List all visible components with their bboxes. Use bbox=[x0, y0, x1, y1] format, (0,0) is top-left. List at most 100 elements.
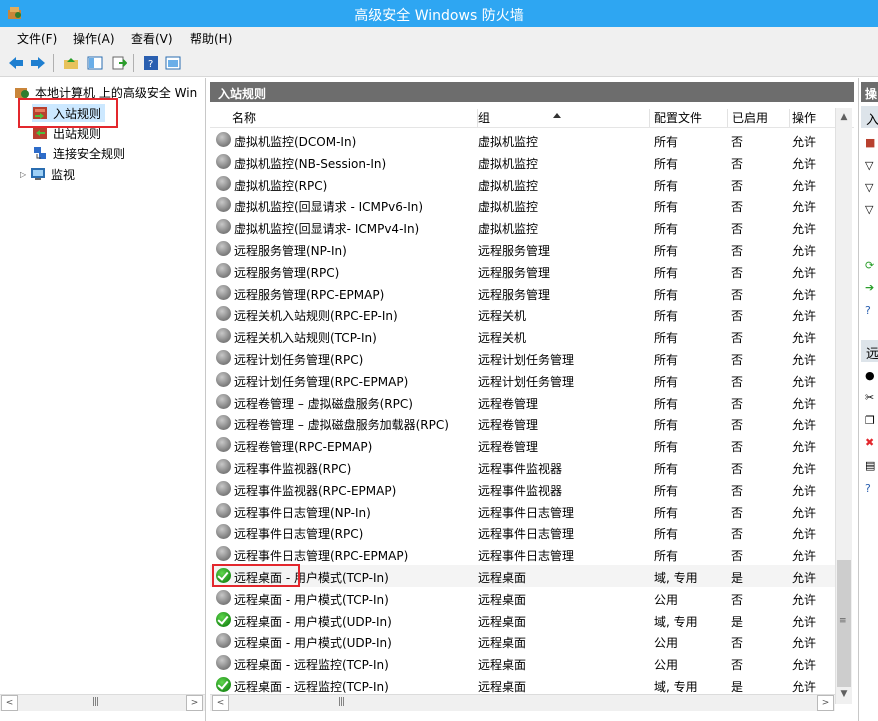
rule-row[interactable]: 虚拟机监控(回显请求 - ICMPv6-In) 虚拟机监控 所有 否 允许 bbox=[210, 194, 842, 216]
rule-row[interactable]: 远程卷管理 – 虚拟磁盘服务加载器(RPC) 远程卷管理 所有 否 允许 bbox=[210, 412, 842, 434]
rule-row[interactable]: 远程事件日志管理(RPC) 远程事件日志管理 所有 否 允许 bbox=[210, 521, 842, 543]
menu-action[interactable]: 操作(A) bbox=[73, 30, 115, 47]
column-profile[interactable]: 配置文件 bbox=[650, 109, 728, 127]
tree-root-label: 本地计算机 上的高级安全 Win bbox=[35, 85, 198, 100]
rule-action: 允许 bbox=[792, 440, 817, 455]
show-hide-action-pane-icon[interactable] bbox=[163, 53, 183, 73]
rule-row[interactable]: 虚拟机监控(RPC) 虚拟机监控 所有 否 允许 bbox=[210, 173, 842, 195]
rule-row[interactable]: 远程卷管理 – 虚拟磁盘服务(RPC) 远程卷管理 所有 否 允许 bbox=[210, 391, 842, 413]
actions-section-inbound[interactable]: 入 bbox=[861, 106, 878, 128]
back-icon[interactable] bbox=[6, 53, 26, 73]
help-icon[interactable]: ? bbox=[865, 483, 877, 495]
scroll-right-icon[interactable]: > bbox=[817, 695, 834, 711]
rule-row[interactable]: 远程关机入站规则(RPC-EP-In) 远程关机 所有 否 允许 bbox=[210, 303, 842, 325]
filter-state-icon[interactable]: ▽ bbox=[865, 182, 877, 194]
rule-enabled: 是 bbox=[731, 570, 744, 585]
disable-rule-icon[interactable]: ● bbox=[865, 370, 877, 382]
tree-item-label: 连接安全规则 bbox=[53, 146, 126, 161]
rule-name: 远程事件日志管理(NP-In) bbox=[234, 505, 371, 520]
rule-action: 允许 bbox=[792, 265, 817, 280]
rule-row[interactable]: 远程计划任务管理(RPC) 远程计划任务管理 所有 否 允许 bbox=[210, 347, 842, 369]
rules-vertical-scrollbar[interactable]: ▲ ≡ ▼ bbox=[835, 108, 852, 704]
rule-enabled: 否 bbox=[731, 287, 744, 302]
tree-item-connection-security-rules[interactable]: 连接安全规则 bbox=[32, 144, 125, 162]
rule-disabled-icon bbox=[216, 458, 231, 474]
help-icon[interactable]: ? bbox=[865, 305, 877, 317]
tree-item-inbound-rules[interactable]: 入站规则 bbox=[32, 104, 106, 122]
actions-section-selected[interactable]: 远 bbox=[861, 340, 878, 362]
rule-group: 远程事件监视器 bbox=[478, 461, 563, 476]
column-enabled[interactable]: 已启用 bbox=[728, 109, 790, 127]
rule-row[interactable]: 远程桌面 - 用户模式(TCP-In) 远程桌面 公用 否 允许 bbox=[210, 587, 842, 609]
rule-disabled-icon bbox=[216, 480, 231, 496]
filter-group-icon[interactable]: ▽ bbox=[865, 204, 877, 216]
rule-enabled: 否 bbox=[731, 483, 744, 498]
copy-icon[interactable]: ❐ bbox=[865, 415, 877, 427]
column-action[interactable]: 操作 bbox=[788, 109, 833, 127]
rule-row[interactable]: 远程服务管理(RPC) 远程服务管理 所有 否 允许 bbox=[210, 260, 842, 282]
scroll-down-icon[interactable]: ▼ bbox=[836, 686, 852, 702]
rule-action: 允许 bbox=[792, 352, 817, 367]
rule-row[interactable]: 远程桌面 - 用户模式(UDP-In) 远程桌面 域, 专用 是 允许 bbox=[210, 609, 842, 631]
rule-group: 虚拟机监控 bbox=[478, 222, 539, 237]
rule-row[interactable]: 虚拟机监控(DCOM-In) 虚拟机监控 所有 否 允许 bbox=[210, 129, 842, 151]
rule-row[interactable]: 远程事件日志管理(RPC-EPMAP) 远程事件日志管理 所有 否 允许 bbox=[210, 543, 842, 565]
rule-group: 远程服务管理 bbox=[478, 243, 551, 258]
tree-root[interactable]: 本地计算机 上的高级安全 Win bbox=[14, 83, 197, 101]
rule-row[interactable]: 远程计划任务管理(RPC-EPMAP) 远程计划任务管理 所有 否 允许 bbox=[210, 369, 842, 391]
scroll-grip-icon[interactable]: ||| bbox=[92, 697, 99, 707]
rule-row[interactable]: 虚拟机监控(NB-Session-In) 虚拟机监控 所有 否 允许 bbox=[210, 151, 842, 173]
rule-name: 远程桌面 - 用户模式(TCP-In) bbox=[234, 570, 389, 585]
menu-help[interactable]: 帮助(H) bbox=[190, 30, 232, 47]
tree-item-monitoring[interactable]: ▷ 监视 bbox=[20, 165, 75, 183]
scroll-left-icon[interactable]: < bbox=[1, 695, 18, 711]
rule-row[interactable]: 远程卷管理(RPC-EPMAP) 远程卷管理 所有 否 允许 bbox=[210, 434, 842, 456]
rule-action: 允许 bbox=[792, 178, 817, 193]
export-list-icon[interactable]: ➔ bbox=[865, 282, 877, 294]
toolbar-separator bbox=[133, 54, 134, 72]
rule-group: 远程事件日志管理 bbox=[478, 527, 575, 542]
export-list-icon[interactable] bbox=[109, 53, 129, 73]
rule-row[interactable]: 远程服务管理(RPC-EPMAP) 远程服务管理 所有 否 允许 bbox=[210, 282, 842, 304]
window-title: 高级安全 Windows 防火墙 bbox=[354, 8, 524, 24]
refresh-icon[interactable]: ⟳ bbox=[865, 260, 877, 272]
rule-row[interactable]: 远程事件监视器(RPC-EPMAP) 远程事件监视器 所有 否 允许 bbox=[210, 478, 842, 500]
rule-group: 远程桌面 bbox=[478, 636, 527, 651]
up-folder-icon[interactable] bbox=[61, 53, 81, 73]
rule-action: 允许 bbox=[792, 658, 817, 673]
rule-profile: 所有 bbox=[654, 352, 679, 367]
rule-row[interactable]: 远程事件监视器(RPC) 远程事件监视器 所有 否 允许 bbox=[210, 456, 842, 478]
column-name[interactable]: 名称 bbox=[228, 109, 478, 127]
scroll-grip-icon[interactable]: ||| bbox=[338, 697, 345, 707]
show-hide-console-tree-icon[interactable] bbox=[85, 53, 105, 73]
help-icon[interactable]: ? bbox=[141, 53, 161, 73]
scroll-up-icon[interactable]: ▲ bbox=[836, 109, 852, 125]
scroll-grip-icon[interactable]: ≡ bbox=[839, 616, 847, 626]
column-group[interactable]: 组 bbox=[474, 109, 650, 127]
cut-icon[interactable]: ✂ bbox=[865, 392, 877, 404]
rule-row[interactable]: 虚拟机监控(回显请求- ICMPv4-In) 虚拟机监控 所有 否 允许 bbox=[210, 216, 842, 238]
new-rule-icon[interactable]: ■ bbox=[865, 137, 877, 149]
scroll-left-icon[interactable]: < bbox=[212, 695, 229, 711]
rules-horizontal-scrollbar[interactable]: < ||| > bbox=[210, 694, 835, 711]
rule-row[interactable]: 远程桌面 - 远程监控(TCP-In) 远程桌面 公用 否 允许 bbox=[210, 652, 842, 674]
scroll-right-icon[interactable]: > bbox=[186, 695, 203, 711]
expand-arrow-icon[interactable]: ▷ bbox=[20, 170, 30, 179]
rule-group: 远程事件日志管理 bbox=[478, 505, 575, 520]
rule-row[interactable]: 远程关机入站规则(TCP-In) 远程关机 所有 否 允许 bbox=[210, 325, 842, 347]
forward-icon[interactable] bbox=[28, 53, 48, 73]
tree-item-outbound-rules[interactable]: 出站规则 bbox=[32, 124, 101, 142]
rule-row[interactable]: 远程桌面 - 用户模式(UDP-In) 远程桌面 公用 否 允许 bbox=[210, 630, 842, 652]
filter-profile-icon[interactable]: ▽ bbox=[865, 160, 877, 172]
rule-enabled: 否 bbox=[731, 243, 744, 258]
rule-row[interactable]: 远程事件日志管理(NP-In) 远程事件日志管理 所有 否 允许 bbox=[210, 500, 842, 522]
rule-row[interactable]: 远程服务管理(NP-In) 远程服务管理 所有 否 允许 bbox=[210, 238, 842, 260]
menu-file[interactable]: 文件(F) bbox=[17, 30, 57, 47]
delete-icon[interactable]: ✖ bbox=[865, 437, 877, 449]
rule-disabled-icon bbox=[216, 393, 231, 409]
properties-icon[interactable]: ▤ bbox=[865, 460, 877, 472]
tree-horizontal-scrollbar[interactable]: < ||| > bbox=[0, 694, 205, 711]
menu-view[interactable]: 查看(V) bbox=[131, 30, 173, 47]
rule-row[interactable]: 远程桌面 - 用户模式(TCP-In) 远程桌面 域, 专用 是 允许 bbox=[210, 564, 842, 587]
rule-row[interactable]: 远程桌面 - 远程监控(TCP-In) 远程桌面 域, 专用 是 允许 bbox=[210, 674, 842, 696]
